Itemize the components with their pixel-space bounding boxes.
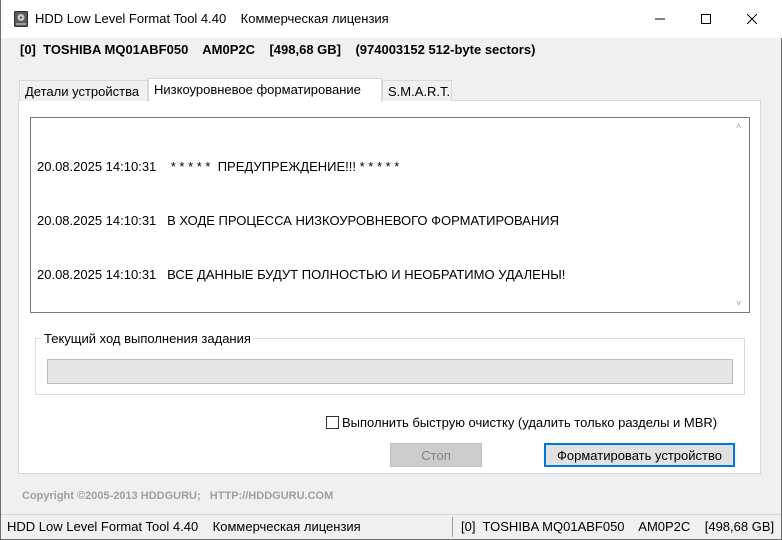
app-window: HDD Low Level Format Tool 4.40 Коммерчес…	[0, 0, 782, 540]
window-title: HDD Low Level Format Tool 4.40 Коммерчес…	[35, 11, 389, 26]
log-scrollbar[interactable]: ˄ ˅	[732, 118, 749, 312]
device-summary: [0] TOSHIBA MQ01ABF050 AM0P2C [498,68 GB…	[20, 42, 536, 57]
maximize-button[interactable]	[683, 0, 729, 38]
log-line: 20.08.2025 14:10:31 * * * * * ПРЕДУПРЕЖД…	[37, 159, 400, 174]
title-bar[interactable]: HDD Low Level Format Tool 4.40 Коммерчес…	[1, 0, 782, 38]
quick-wipe-option[interactable]: Выполнить быструю очистку (удалить тольк…	[326, 415, 717, 430]
quick-wipe-label[interactable]: Выполнить быструю очистку (удалить тольк…	[342, 415, 717, 430]
tab-smart[interactable]: S.M.A.R.T.	[382, 80, 452, 101]
app-disk-icon	[14, 11, 28, 27]
scroll-down-arrow-icon[interactable]: ˅	[736, 298, 741, 308]
format-device-button[interactable]: Форматировать устройство	[544, 443, 735, 467]
log-textbox[interactable]: 20.08.2025 14:10:31 * * * * * ПРЕДУПРЕЖД…	[30, 117, 750, 313]
quick-wipe-checkbox[interactable]	[326, 416, 339, 429]
close-button[interactable]	[729, 0, 775, 38]
status-device-info: [0] TOSHIBA MQ01ABF050 AM0P2C [498,68 GB…	[461, 519, 775, 534]
maximize-icon	[701, 14, 711, 24]
stop-button[interactable]: Стоп	[390, 443, 482, 467]
minimize-button[interactable]	[637, 0, 683, 38]
minimize-icon	[655, 18, 665, 20]
close-icon	[747, 14, 757, 24]
log-lines: 20.08.2025 14:10:31 * * * * * ПРЕДУПРЕЖД…	[37, 122, 565, 320]
log-line: 20.08.2025 14:10:31 В ХОДЕ ПРОЦЕССА НИЗК…	[37, 213, 559, 228]
progress-bar	[47, 359, 733, 384]
tab-device-details[interactable]: Детали устройства	[19, 80, 148, 101]
status-app-info: HDD Low Level Format Tool 4.40 Коммерчес…	[7, 519, 361, 534]
copyright-text: Copyright ©2005-2013 HDDGURU; HTTP://HDD…	[22, 490, 334, 502]
status-bar: HDD Low Level Format Tool 4.40 Коммерчес…	[1, 514, 781, 539]
log-line: 20.08.2025 14:10:31 ВСЕ ДАННЫЕ БУДУТ ПОЛ…	[37, 267, 566, 282]
progress-label: Текущий ход выполнения задания	[42, 331, 253, 346]
tab-low-level-format[interactable]: Низкоуровневое форматирование	[148, 78, 382, 102]
scroll-up-arrow-icon[interactable]: ˄	[736, 121, 741, 131]
status-divider	[452, 517, 453, 537]
